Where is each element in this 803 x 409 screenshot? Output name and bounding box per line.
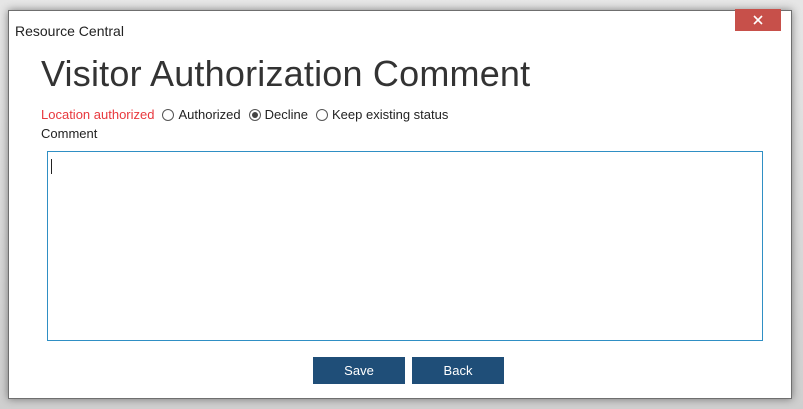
save-button[interactable]: Save xyxy=(313,357,405,384)
location-authorized-label: Location authorized xyxy=(41,107,155,122)
radio-authorized[interactable]: Authorized xyxy=(162,107,241,122)
comment-textarea[interactable] xyxy=(47,151,763,341)
dialog-window: Resource Central Visitor Authorization C… xyxy=(8,9,792,399)
authorization-radio-group: Location authorized Authorized Decline K… xyxy=(41,107,456,122)
radio-button-decline[interactable] xyxy=(248,108,261,121)
comment-label: Comment xyxy=(41,126,98,141)
radio-keep-existing-label: Keep existing status xyxy=(332,107,449,122)
text-caret xyxy=(51,159,52,174)
radio-keep-existing[interactable]: Keep existing status xyxy=(316,107,448,122)
radio-decline[interactable]: Decline xyxy=(248,107,308,122)
radio-authorized-label: Authorized xyxy=(178,107,241,122)
page-title: Visitor Authorization Comment xyxy=(41,53,531,94)
close-button[interactable] xyxy=(735,9,781,31)
close-icon xyxy=(753,15,763,25)
radio-decline-label: Decline xyxy=(264,107,308,122)
radio-button-authorized[interactable] xyxy=(162,108,175,121)
back-button[interactable]: Back xyxy=(412,357,504,384)
window-title: Resource Central xyxy=(15,23,124,39)
radio-button-keep-existing[interactable] xyxy=(316,108,328,121)
title-bar: Resource Central xyxy=(9,9,791,47)
